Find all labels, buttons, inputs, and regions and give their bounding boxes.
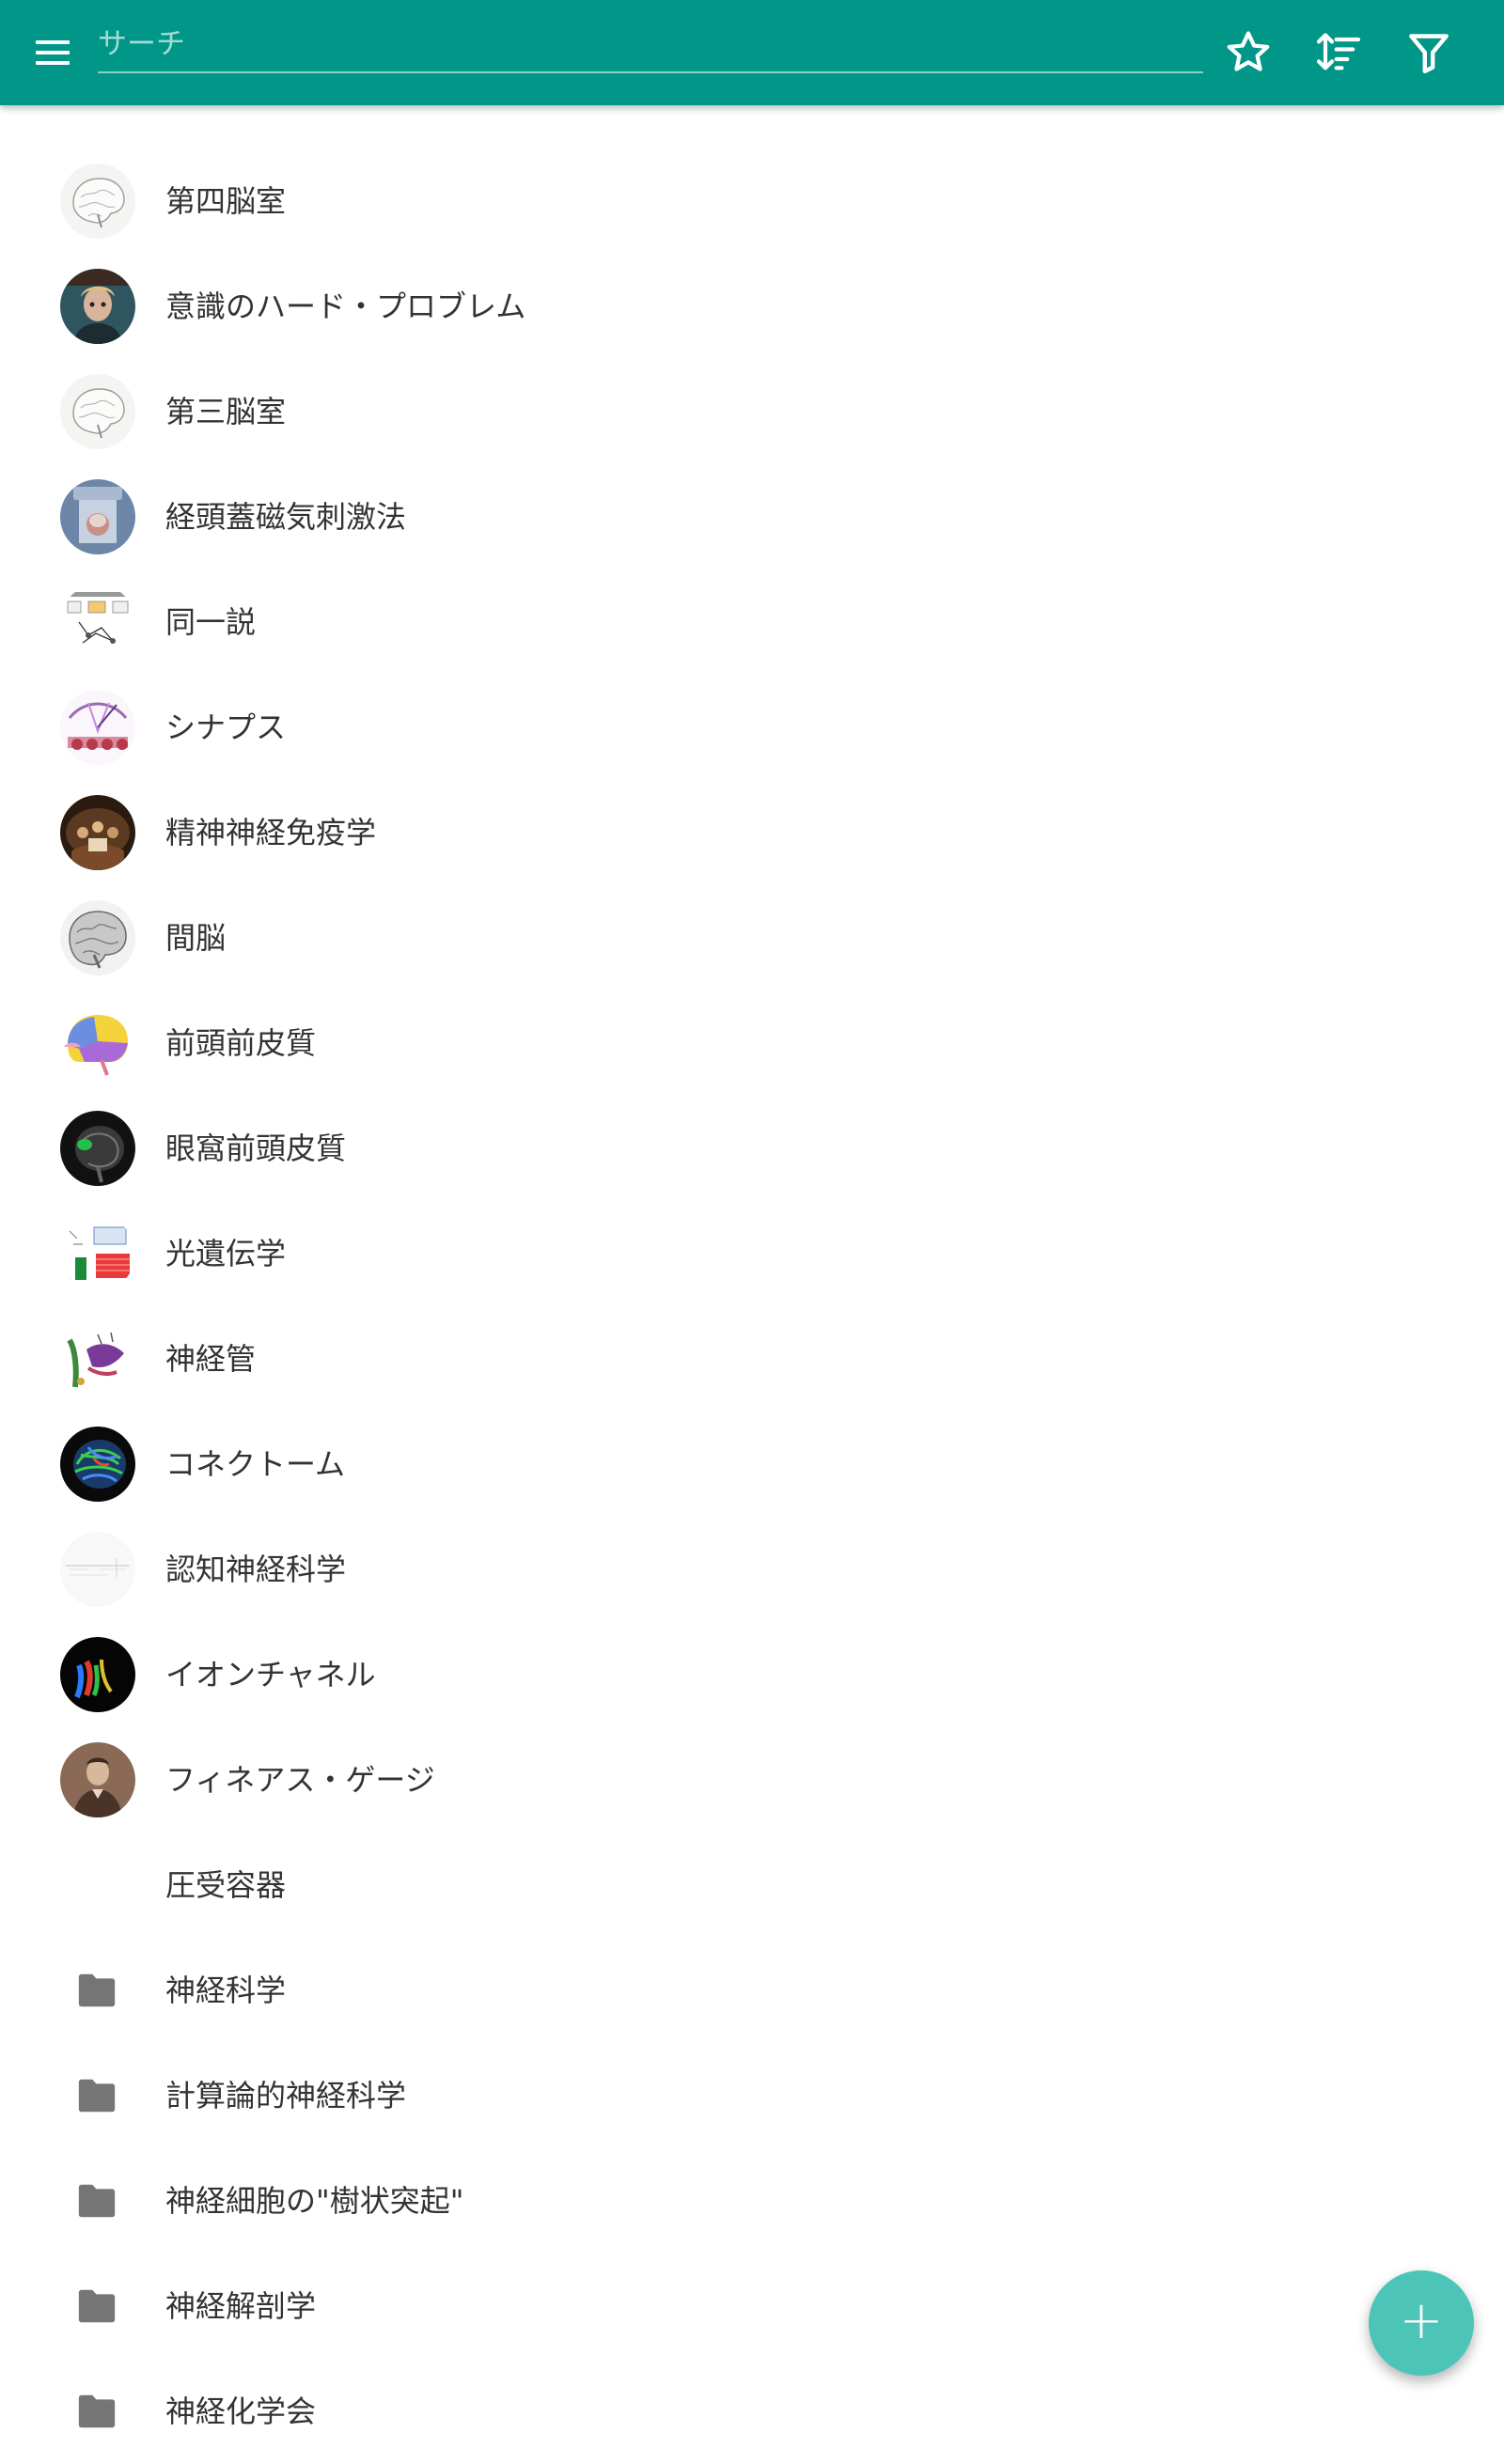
folder-icon — [75, 2075, 118, 2116]
list-item[interactable]: 眼窩前頭皮質 — [0, 1096, 1504, 1201]
folder-icon — [75, 2180, 118, 2222]
item-label: シナプス — [165, 710, 287, 745]
mri-scan-thumbnail — [60, 1111, 135, 1186]
item-label: 神経管 — [165, 1341, 257, 1377]
list-item[interactable]: フィネアス・ゲージ — [0, 1727, 1504, 1832]
list-item[interactable]: 圧受容器 — [0, 1832, 1504, 1938]
item-label: フィネアス・ゲージ — [165, 1762, 435, 1798]
list-item[interactable]: イオンチャネル — [0, 1622, 1504, 1727]
folder-item[interactable]: 神経化学会 — [0, 2359, 1504, 2464]
sort-icon[interactable] — [1312, 26, 1365, 79]
faint-chart-thumbnail — [60, 1532, 135, 1607]
brain-lobes-thumbnail — [60, 1006, 135, 1081]
item-label: 神経化学会 — [165, 2394, 317, 2429]
list-item[interactable]: 光遺伝学 — [0, 1201, 1504, 1306]
chart-thumbnail — [60, 1216, 135, 1291]
list-item[interactable]: 経頭蓋磁気刺激法 — [0, 464, 1504, 569]
connectome-thumbnail — [60, 1427, 135, 1502]
tms-device-thumbnail — [60, 479, 135, 554]
item-label: 認知神経科学 — [165, 1552, 347, 1587]
item-label: 意識のハード・プロブレム — [165, 289, 526, 324]
list-item[interactable]: コネクトーム — [0, 1411, 1504, 1517]
item-label: イオンチャネル — [165, 1657, 376, 1692]
folder-icon — [75, 2285, 118, 2327]
item-label: 間脳 — [165, 920, 227, 956]
list-item[interactable]: 精神神経免疫学 — [0, 780, 1504, 885]
item-label: 神経科学 — [165, 1973, 287, 2008]
item-label: 神経解剖学 — [165, 2288, 317, 2324]
item-label: 光遺伝学 — [165, 1236, 287, 1271]
list-item[interactable]: 意識のハード・プロブレム — [0, 254, 1504, 359]
folder-item[interactable]: 神経細胞の"樹状突起" — [0, 2148, 1504, 2253]
vintage-portrait-thumbnail — [60, 1742, 135, 1817]
item-label: 眼窩前頭皮質 — [165, 1131, 347, 1166]
embryo-thumbnail — [60, 1321, 135, 1396]
item-label: 第三脳室 — [165, 394, 287, 429]
item-label: コネクトーム — [165, 1446, 346, 1482]
list-item[interactable]: 神経管 — [0, 1306, 1504, 1411]
brain-gray-thumbnail — [60, 900, 135, 975]
folder-icon — [75, 2391, 118, 2432]
painting-thumbnail — [60, 795, 135, 870]
list-item[interactable]: 認知神経科学 — [0, 1517, 1504, 1622]
item-label: 前頭前皮質 — [165, 1025, 317, 1061]
star-outline-icon[interactable] — [1222, 26, 1275, 79]
folder-item[interactable]: 神経解剖学 — [0, 2253, 1504, 2359]
list-item[interactable]: シナプス — [0, 675, 1504, 780]
list-item[interactable]: 同一説 — [0, 569, 1504, 675]
synapse-thumbnail — [60, 690, 135, 765]
list-item[interactable]: 前頭前皮質 — [0, 990, 1504, 1096]
ion-channel-thumbnail — [60, 1637, 135, 1712]
item-label: 同一説 — [165, 604, 257, 640]
folder-icon — [75, 1970, 118, 2011]
list-item[interactable]: 第四脳室 — [0, 148, 1504, 254]
item-label: 精神神経免疫学 — [165, 815, 377, 850]
item-label: 第四脳室 — [165, 183, 287, 219]
list-item[interactable]: 第三脳室 — [0, 359, 1504, 464]
folder-item[interactable]: 計算論的神経科学 — [0, 2043, 1504, 2148]
item-label: 圧受容器 — [165, 1867, 287, 1903]
folder-item[interactable]: 神経科学 — [0, 1938, 1504, 2043]
brain-sketch-thumbnail — [60, 374, 135, 449]
hamburger-menu-icon[interactable] — [28, 33, 77, 72]
diagram-thumbnail — [60, 585, 135, 660]
brain-sketch-thumbnail — [60, 164, 135, 239]
item-label: 経頭蓋磁気刺激法 — [165, 499, 407, 535]
item-label: 計算論的神経科学 — [165, 2078, 407, 2113]
list-item[interactable]: 間脳 — [0, 885, 1504, 990]
item-label: 神経細胞の"樹状突起" — [165, 2183, 464, 2219]
search-input[interactable] — [98, 17, 1203, 73]
add-button[interactable]: + — [1369, 2270, 1474, 2376]
app-toolbar — [0, 0, 1504, 105]
portrait-thumbnail — [60, 269, 135, 344]
plus-icon: + — [1399, 2290, 1444, 2351]
filter-icon[interactable] — [1402, 26, 1455, 79]
